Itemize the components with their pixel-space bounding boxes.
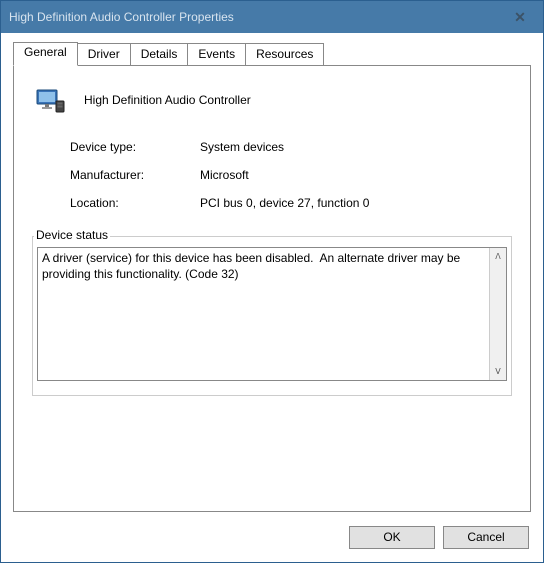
device-status-box: ᐱ ᐯ — [37, 247, 507, 381]
titlebar: High Definition Audio Controller Propert… — [1, 1, 543, 33]
tab-events-label: Events — [198, 47, 235, 61]
tab-details[interactable]: Details — [130, 43, 189, 66]
label-location: Location: — [70, 196, 200, 210]
value-device-type: System devices — [200, 140, 512, 154]
window-title: High Definition Audio Controller Propert… — [9, 10, 505, 24]
scroll-down-icon[interactable]: ᐯ — [490, 363, 506, 380]
client-area: General Driver Details Events Resources — [1, 33, 543, 512]
device-header: High Definition Audio Controller — [32, 84, 512, 116]
label-manufacturer: Manufacturer: — [70, 168, 200, 182]
tab-resources-label: Resources — [256, 47, 313, 61]
tab-driver[interactable]: Driver — [77, 43, 131, 66]
tab-details-label: Details — [141, 47, 178, 61]
status-scrollbar[interactable]: ᐱ ᐯ — [489, 248, 506, 380]
device-status-frame: ᐱ ᐯ — [32, 236, 512, 396]
tab-body-general: High Definition Audio Controller Device … — [13, 65, 531, 512]
device-status-text[interactable] — [38, 248, 489, 380]
info-row-type: Device type: System devices — [70, 140, 512, 154]
tab-events[interactable]: Events — [187, 43, 246, 66]
cancel-button[interactable]: Cancel — [443, 526, 529, 549]
value-location: PCI bus 0, device 27, function 0 — [200, 196, 512, 210]
value-manufacturer: Microsoft — [200, 168, 512, 182]
device-info: Device type: System devices Manufacturer… — [70, 140, 512, 210]
device-name: High Definition Audio Controller — [84, 93, 251, 107]
scroll-up-icon[interactable]: ᐱ — [490, 248, 506, 265]
dialog-buttons: OK Cancel — [1, 512, 543, 562]
label-device-type: Device type: — [70, 140, 200, 154]
tab-general[interactable]: General — [13, 42, 78, 66]
info-row-manufacturer: Manufacturer: Microsoft — [70, 168, 512, 182]
close-icon[interactable]: ✕ — [505, 9, 535, 26]
device-icon — [34, 84, 72, 116]
properties-window: High Definition Audio Controller Propert… — [0, 0, 544, 563]
scroll-track[interactable] — [490, 265, 506, 363]
device-status-group: Device status ᐱ ᐯ — [32, 236, 512, 396]
info-row-location: Location: PCI bus 0, device 27, function… — [70, 196, 512, 210]
tab-strip: General Driver Details Events Resources — [13, 43, 531, 66]
tab-driver-label: Driver — [88, 47, 120, 61]
device-status-legend: Device status — [34, 228, 110, 242]
tab-resources[interactable]: Resources — [245, 43, 324, 66]
ok-button[interactable]: OK — [349, 526, 435, 549]
tab-general-label: General — [24, 45, 67, 59]
